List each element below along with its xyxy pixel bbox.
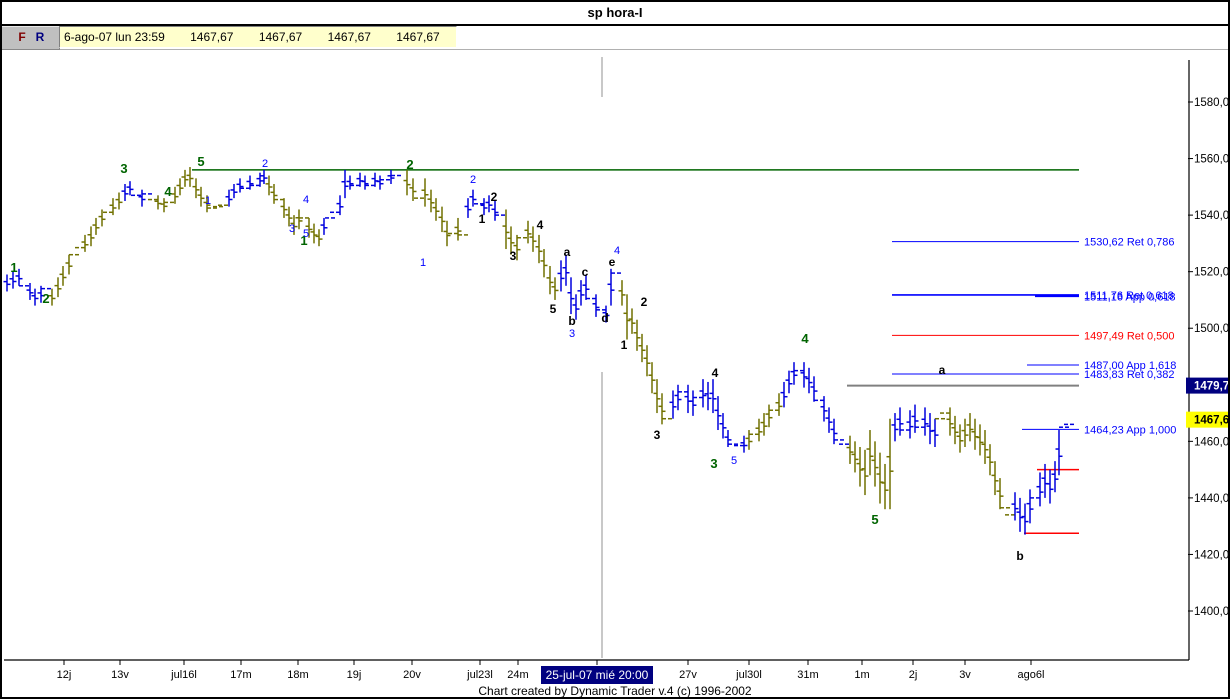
time-axis-tick-label: 13v <box>111 669 129 681</box>
wave-label-blue: 1 <box>205 195 211 207</box>
time-axis-tick-label: 31m <box>797 669 818 681</box>
time-axis-tick-label: 1m <box>854 669 869 681</box>
wave-label-black: c <box>582 265 589 279</box>
chart-canvas[interactable]: 1530,62 Ret 0,7861511,76 Ret 0,6181511,1… <box>2 2 1230 699</box>
wave-label-blue: 5 <box>731 455 737 467</box>
wave-label-blue: 2 <box>262 158 268 170</box>
f-button[interactable]: F <box>14 29 30 46</box>
wave-label-black: a <box>939 363 946 377</box>
wave-label-black: d <box>601 311 608 325</box>
quote-close: 1467,67 <box>396 30 440 44</box>
price-axis-tick-label: 1460,00 <box>1194 436 1230 448</box>
wave-label-green: 2 <box>42 291 49 306</box>
time-axis-tick-label: 27v <box>679 669 697 681</box>
wave-label-black: 4 <box>712 366 719 380</box>
wave-label-black: b <box>568 314 575 328</box>
time-axis-tick-label: 3v <box>959 669 971 681</box>
quote-open: 1467,67 <box>190 30 234 44</box>
price-axis-tick-label: 1440,00 <box>1194 493 1230 505</box>
last-price-box-value: 1467,67 <box>1194 415 1230 427</box>
toolbar: F R 6-ago-07 lun 23:59 1467,67 1467,67 1… <box>2 26 1228 50</box>
time-axis-tick-label: ago6l <box>1018 669 1045 681</box>
wave-label-black: a <box>564 245 571 259</box>
wave-label-black: 3 <box>654 428 661 442</box>
wave-label-black: 2 <box>491 190 498 204</box>
wave-label-black: 5 <box>550 302 557 316</box>
time-axis-tick-label: 18m <box>287 669 308 681</box>
price-axis-tick-label: 1540,00 <box>1194 210 1230 222</box>
time-axis-tick-label: 12j <box>57 669 72 681</box>
price-axis-tick-label: 1580,00 <box>1194 97 1230 109</box>
wave-label-black: 3 <box>510 249 517 263</box>
wave-label-green: 4 <box>801 331 809 346</box>
time-axis-tick-label: 19j <box>347 669 362 681</box>
price-axis-tick-label: 1560,00 <box>1194 154 1230 166</box>
wave-label-black: 1 <box>479 212 486 226</box>
wave-label-black: 1 <box>621 338 628 352</box>
time-axis-tick-label: jul16l <box>170 669 197 681</box>
selected-date-label: 25-jul-07 mié 20:00 <box>546 668 649 682</box>
wave-label-green: 3 <box>120 161 127 176</box>
time-axis-tick-label: jul30l <box>735 669 762 681</box>
wave-label-green: 5 <box>871 512 878 527</box>
wave-label-black: b <box>1016 549 1023 563</box>
wave-label-green: 1 <box>10 260 17 275</box>
time-axis-tick-label: 2j <box>909 669 918 681</box>
wave-label-green: 3 <box>710 456 717 471</box>
wave-label-blue: 2 <box>470 174 476 186</box>
wave-label-black: e <box>609 255 616 269</box>
wave-label-blue: 3 <box>569 328 575 340</box>
level-label: 1530,62 Ret 0,786 <box>1084 237 1175 249</box>
price-axis-tick-label: 1420,00 <box>1194 549 1230 561</box>
wave-label-black: 4 <box>537 218 544 232</box>
level-label: 1483,83 Ret 0,382 <box>1084 369 1175 381</box>
quote-low: 1467,67 <box>327 30 371 44</box>
quote-datetime: 6-ago-07 lun 23:59 <box>64 30 165 44</box>
window-title: sp hora-I <box>2 2 1228 26</box>
time-axis-tick-label: 17m <box>230 669 251 681</box>
wave-label-blue: 1 <box>420 257 426 269</box>
credit-line: Chart created by Dynamic Trader v.4 (c) … <box>478 684 752 698</box>
app-window: 1530,62 Ret 0,786 1511,76 Ret 0,618 1511,1… <box>0 0 1230 699</box>
wave-label-black: 2 <box>641 295 648 309</box>
wave-label-green: 4 <box>164 184 172 199</box>
wave-label-green: 2 <box>406 157 413 172</box>
wave-label-green: 5 <box>197 154 204 169</box>
quote-readout: 6-ago-07 lun 23:59 1467,67 1467,67 1467,… <box>59 26 457 48</box>
price-marker-box-value: 1479,71 <box>1194 381 1230 393</box>
time-axis-tick-label: 24m <box>507 669 528 681</box>
price-axis-tick-label: 1520,00 <box>1194 267 1230 279</box>
price-axis-tick-label: 1400,00 <box>1194 606 1230 618</box>
quote-high: 1467,67 <box>258 30 303 44</box>
wave-label-blue: 5 <box>303 228 309 240</box>
level-label: 1497,49 Ret 0,500 <box>1084 330 1175 342</box>
wave-label-blue: 3 <box>289 223 295 235</box>
time-axis-tick-label: 20v <box>403 669 421 681</box>
r-button[interactable]: R <box>32 29 48 46</box>
time-axis-tick-label: jul23l <box>466 669 493 681</box>
level-label: 1511,16 App 0,618 <box>1084 291 1176 303</box>
toolbar-button-group: F R <box>2 26 60 50</box>
wave-label-blue: 4 <box>303 194 309 206</box>
level-label: 1464,23 App 1,000 <box>1084 424 1176 436</box>
price-axis-tick-label: 1500,00 <box>1194 323 1230 335</box>
